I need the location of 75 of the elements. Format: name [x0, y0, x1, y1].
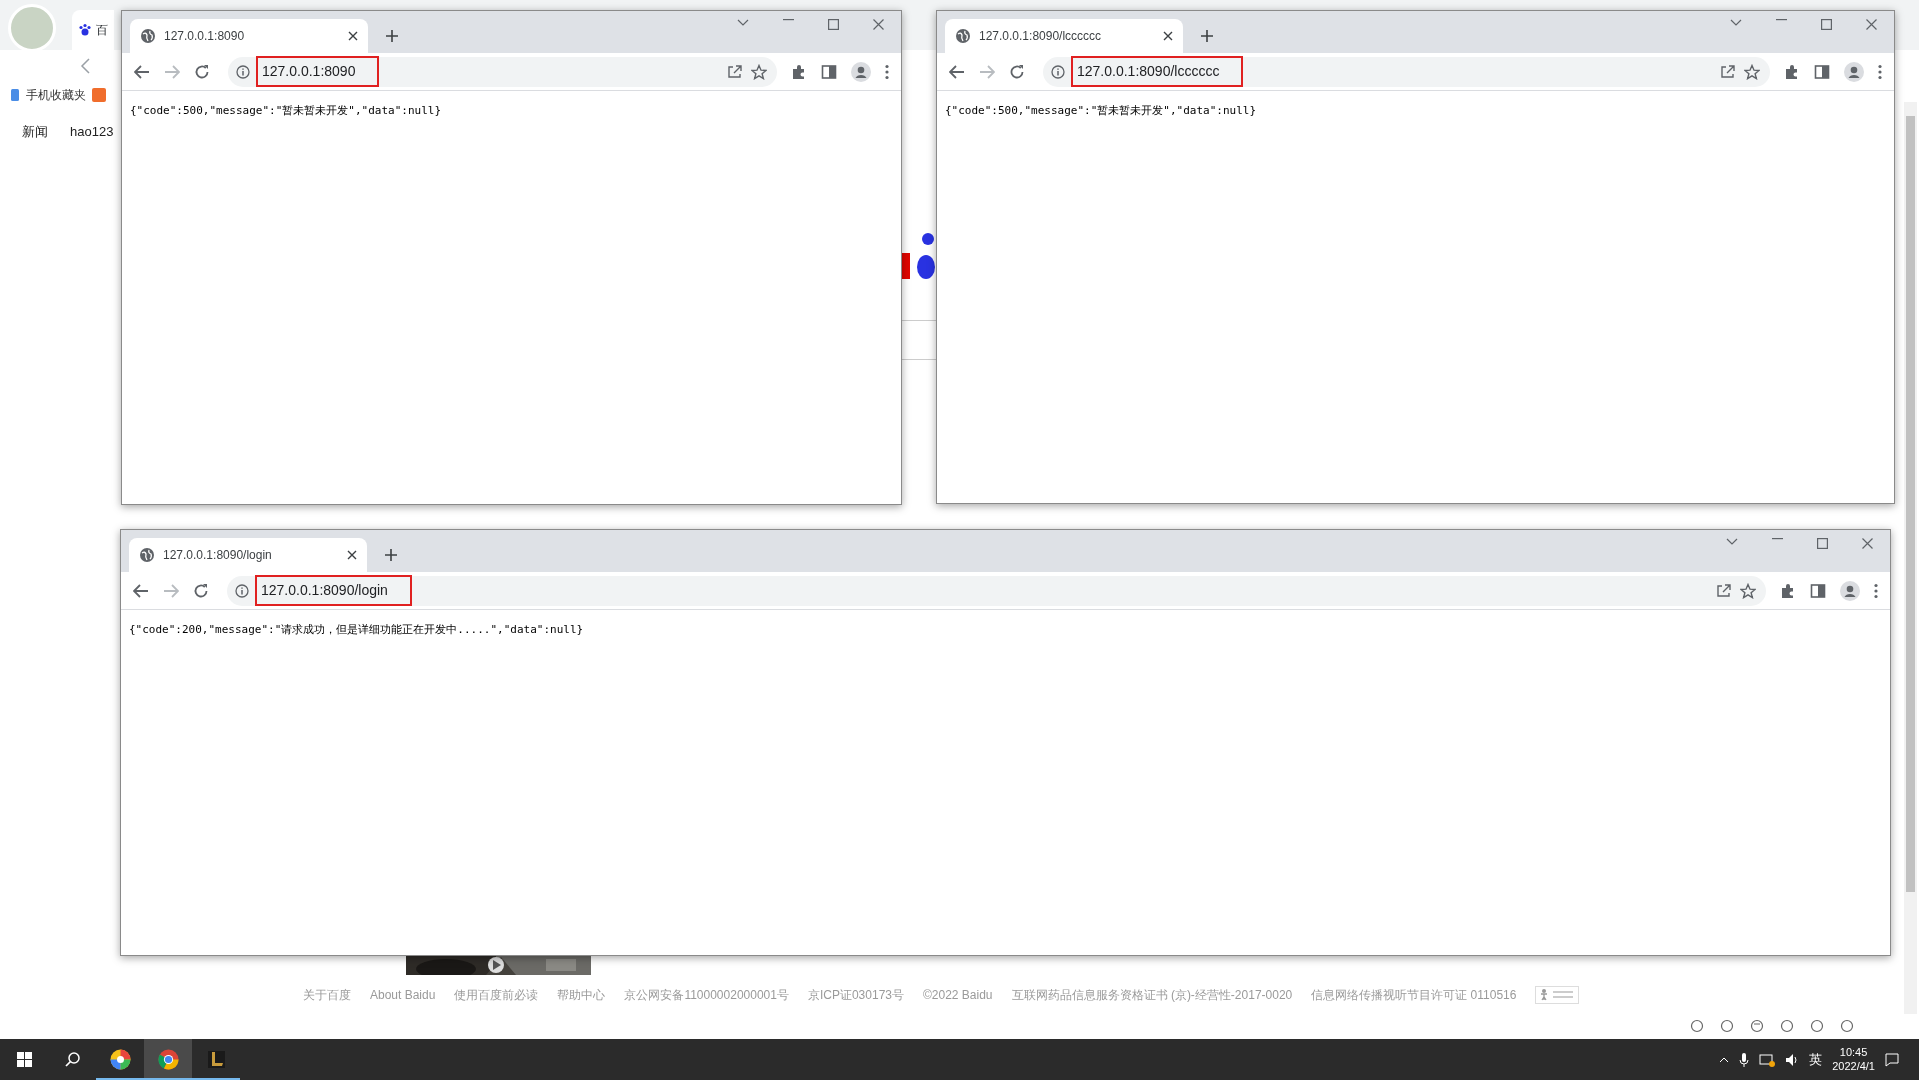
share-icon[interactable] — [1716, 583, 1732, 598]
star-icon[interactable] — [1744, 63, 1760, 80]
close-icon[interactable] — [873, 19, 884, 30]
scrollbar-thumb[interactable] — [1906, 116, 1915, 892]
bookmark[interactable]: 手机收藏夹 — [26, 86, 86, 104]
browser-tab[interactable]: 127.0.0.1:8090 — [130, 19, 368, 53]
close-icon[interactable] — [1163, 31, 1173, 41]
info-icon[interactable] — [236, 64, 250, 79]
browser-tab[interactable]: 127.0.0.1:8090/login — [129, 538, 367, 572]
back-arrow-icon[interactable] — [134, 64, 150, 79]
profile-icon[interactable] — [1840, 580, 1860, 601]
bookmark-icon — [92, 88, 106, 102]
avatar — [8, 4, 56, 52]
close-icon[interactable] — [347, 550, 357, 560]
nav-link[interactable]: hao123 — [70, 122, 114, 142]
nav-link[interactable]: 新闻 — [22, 122, 48, 142]
new-tab-icon[interactable] — [384, 548, 398, 562]
chevron-down-icon[interactable] — [1726, 538, 1738, 546]
paw-icon — [78, 23, 92, 37]
address-field[interactable]: 127.0.0.1:8090/login — [257, 577, 410, 604]
chevron-up-icon[interactable] — [1719, 1056, 1730, 1063]
speaker-icon[interactable] — [1785, 1052, 1800, 1067]
share-icon[interactable] — [1720, 64, 1736, 79]
minimize-icon[interactable] — [783, 19, 794, 21]
back-arrow-icon[interactable] — [949, 64, 965, 79]
browser-tab[interactable]: 127.0.0.1:8090/lcccccc — [945, 19, 1183, 53]
reload-icon[interactable] — [194, 63, 210, 80]
back-arrow-icon[interactable] — [133, 583, 149, 598]
new-tab-icon[interactable] — [385, 29, 399, 43]
input-method-indicator[interactable]: 英 — [1809, 1049, 1823, 1070]
profile-icon[interactable] — [1844, 61, 1864, 82]
maximize-icon[interactable] — [1821, 19, 1832, 30]
puzzle-icon[interactable] — [1780, 582, 1796, 599]
puzzle-icon[interactable] — [1784, 63, 1800, 80]
address-field[interactable]: 127.0.0.1:8090 — [258, 58, 378, 85]
puzzle-icon[interactable] — [791, 63, 807, 80]
color-wheel-icon — [109, 1049, 131, 1070]
phone-icon — [10, 88, 20, 102]
chrome-icon — [157, 1049, 179, 1070]
close-icon[interactable] — [1866, 19, 1877, 30]
browser-tab[interactable]: 百 — [72, 10, 114, 50]
menu-icon[interactable] — [1874, 582, 1878, 599]
side-panel-icon[interactable] — [821, 63, 837, 80]
json-text: {"code":200,"message":"请求成功，但是详细功能正在开发中.....","data":null} — [128, 622, 585, 638]
reload-icon[interactable] — [1009, 63, 1025, 80]
clock[interactable]: 10:45 2022/4/1 — [1832, 1046, 1875, 1073]
side-panel-icon[interactable] — [1810, 582, 1826, 599]
close-icon[interactable] — [1862, 538, 1873, 549]
star-icon[interactable] — [1740, 582, 1756, 599]
reload-icon[interactable] — [193, 582, 209, 599]
info-icon[interactable] — [1051, 64, 1065, 79]
menu-icon[interactable] — [885, 63, 889, 80]
minimize-icon[interactable] — [1776, 19, 1787, 21]
info-icon[interactable] — [235, 583, 249, 598]
profile-icon[interactable] — [851, 61, 871, 82]
microphone-icon[interactable] — [1739, 1052, 1750, 1067]
new-tab-icon[interactable] — [1200, 29, 1214, 43]
chevron-down-icon[interactable] — [1730, 19, 1742, 27]
side-panel-icon[interactable] — [1814, 63, 1830, 80]
share-icon[interactable] — [727, 64, 743, 79]
globe-icon — [139, 547, 155, 563]
game-logo-icon — [205, 1049, 227, 1070]
maximize-icon[interactable] — [1817, 538, 1828, 549]
globe-icon — [955, 28, 971, 44]
chevron-down-icon[interactable] — [737, 19, 749, 27]
globe-icon — [140, 28, 156, 44]
minimize-icon[interactable] — [1772, 538, 1783, 540]
maximize-icon[interactable] — [828, 19, 839, 30]
network-icon[interactable] — [1759, 1052, 1776, 1067]
json-text: {"code":500,"message":"暂未暂未开发","data":null} — [944, 103, 1258, 119]
menu-icon[interactable] — [1878, 63, 1882, 80]
close-icon[interactable] — [348, 31, 358, 41]
star-icon[interactable] — [751, 63, 767, 80]
json-text: {"code":500,"message":"暂未暂未开发","data":null} — [129, 103, 443, 119]
notification-icon[interactable] — [1885, 1052, 1899, 1067]
